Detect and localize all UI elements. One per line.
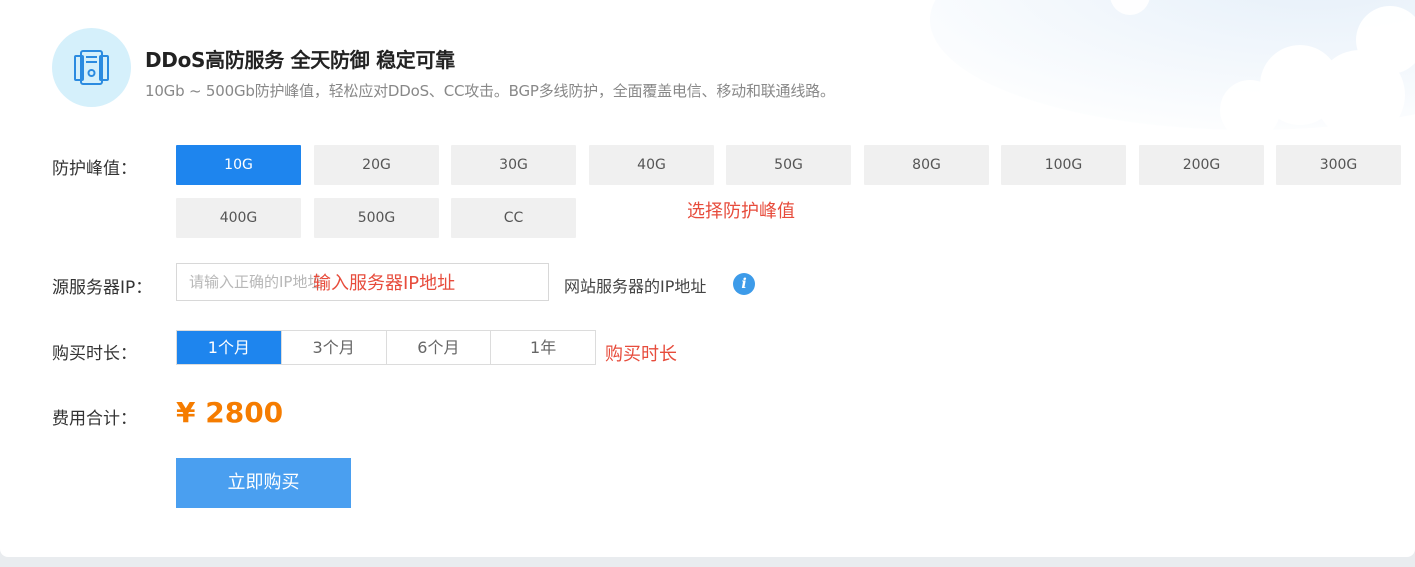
protection-option-400g[interactable]: 400G xyxy=(176,198,301,238)
protection-label: 防护峰值： xyxy=(52,159,137,179)
protection-option-20g[interactable]: 20G xyxy=(314,145,439,185)
protection-option-300g[interactable]: 300G xyxy=(1276,145,1401,185)
protection-option-40g[interactable]: 40G xyxy=(589,145,714,185)
page-title: DDoS高防服务 全天防御 稳定可靠 xyxy=(145,48,455,72)
duration-option-1-year[interactable]: 1年 xyxy=(490,331,595,364)
ip-annotation: 输入服务器IP地址 xyxy=(313,273,456,294)
duration-option-1-month[interactable]: 1个月 xyxy=(177,331,281,364)
protection-option-50g[interactable]: 50G xyxy=(726,145,851,185)
protection-option-100g[interactable]: 100G xyxy=(1001,145,1126,185)
page-subtitle: 10Gb ~ 500Gb防护峰值，轻松应对DDoS、CC攻击。BGP多线防护，全… xyxy=(145,82,835,100)
info-icon[interactable]: i xyxy=(733,273,755,295)
protection-option-30g[interactable]: 30G xyxy=(451,145,576,185)
server-shield-icon xyxy=(52,28,131,107)
total-price: ¥ 2800 xyxy=(176,396,284,429)
ip-hint: 网站服务器的IP地址 xyxy=(564,277,707,296)
duration-label: 购买时长： xyxy=(52,344,137,364)
purchase-card: DDoS高防服务 全天防御 稳定可靠 10Gb ~ 500Gb防护峰值，轻松应对… xyxy=(0,0,1415,557)
duration-selector: 1个月 3个月 6个月 1年 xyxy=(176,330,596,365)
protection-option-500g[interactable]: 500G xyxy=(314,198,439,238)
protection-option-200g[interactable]: 200G xyxy=(1139,145,1264,185)
protection-annotation: 选择防护峰值 xyxy=(687,201,795,222)
total-label: 费用合计： xyxy=(52,409,137,429)
buy-now-button[interactable]: 立即购买 xyxy=(176,458,351,508)
ip-label: 源服务器IP： xyxy=(52,278,153,298)
protection-option-cc[interactable]: CC xyxy=(451,198,576,238)
protection-option-10g[interactable]: 10G xyxy=(176,145,301,185)
duration-option-6-months[interactable]: 6个月 xyxy=(385,331,491,364)
duration-annotation: 购买时长 xyxy=(605,344,677,365)
protection-option-80g[interactable]: 80G xyxy=(864,145,989,185)
duration-option-3-months[interactable]: 3个月 xyxy=(280,331,386,364)
